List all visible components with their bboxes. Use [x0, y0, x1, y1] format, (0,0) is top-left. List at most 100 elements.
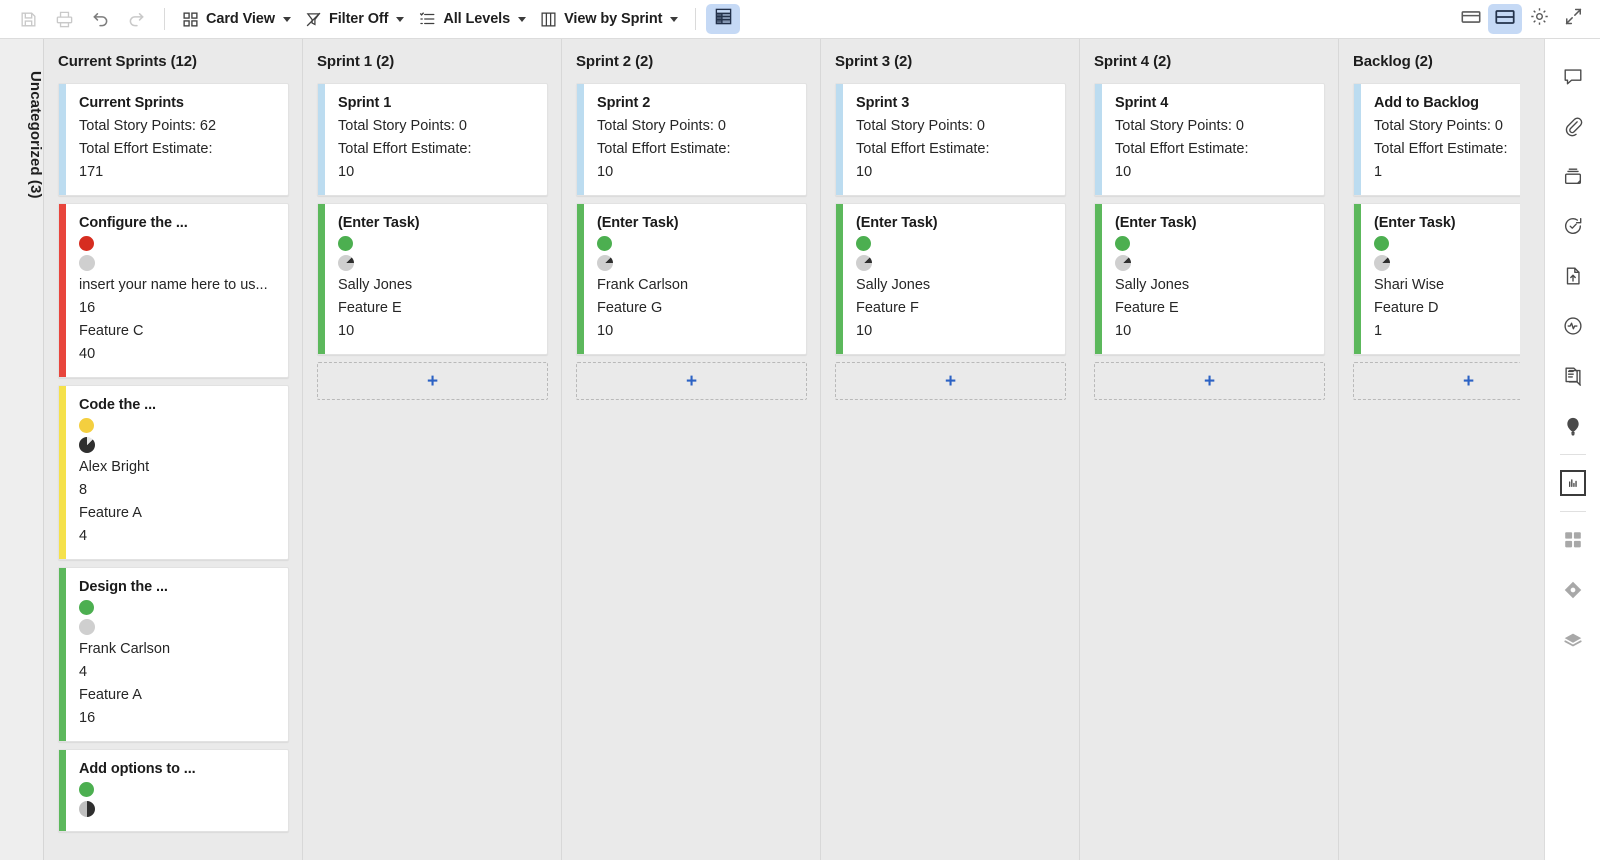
- summary-card[interactable]: Sprint 4 Total Story Points: 0 Total Effor…: [1094, 83, 1325, 196]
- pane-split-icon: [1494, 6, 1516, 33]
- card-stripe: [59, 204, 66, 377]
- card-stripe: [577, 204, 584, 354]
- add-card-slot[interactable]: +: [576, 362, 807, 400]
- column-body: Add to Backlog Total Story Points: 0 Total…: [1339, 83, 1520, 860]
- column-body: Sprint 1 Total Story Points: 0 Total Effor…: [303, 83, 562, 860]
- status-dot-icon: [597, 236, 612, 251]
- notes-icon[interactable]: [1553, 351, 1593, 401]
- levels-dropdown[interactable]: All Levels: [411, 4, 533, 34]
- column-body: Current Sprints Total Story Points: 62 Tot…: [44, 83, 303, 860]
- add-card-slot[interactable]: +: [317, 362, 548, 400]
- summary-card[interactable]: Add to Backlog Total Story Points: 0 Total…: [1353, 83, 1520, 196]
- task-card-field: Frank Carlson: [597, 277, 689, 293]
- column-header[interactable]: Sprint 1 (2): [303, 39, 561, 83]
- task-card[interactable]: (Enter Task) Shari Wise Feature D 1: [1353, 203, 1520, 355]
- column-header-label: Backlog (2): [1353, 52, 1433, 70]
- toolbar-divider-1: [164, 8, 165, 30]
- column-header[interactable]: Sprint 2 (2): [562, 39, 820, 83]
- task-card[interactable]: Configure the ... insert your name here t…: [58, 203, 289, 378]
- grid-table-toggle[interactable]: [706, 4, 741, 34]
- table-grid-icon: [714, 7, 733, 31]
- redo-button[interactable]: [118, 4, 154, 34]
- task-card-field: Feature E: [338, 300, 402, 316]
- activity-icon[interactable]: [1553, 301, 1593, 351]
- progress-pie-icon: [597, 255, 613, 271]
- plus-icon: +: [1203, 370, 1216, 392]
- summary-story-points: Total Story Points: 0: [597, 118, 726, 134]
- task-card[interactable]: Add options to ...: [58, 749, 289, 832]
- column-header[interactable]: Sprint 4 (2): [1080, 39, 1338, 83]
- chart-report-icon[interactable]: [1553, 458, 1593, 508]
- layers-icon[interactable]: [1553, 615, 1593, 665]
- comments-icon[interactable]: [1553, 51, 1593, 101]
- summary-effort-label: Total Effort Estimate:: [338, 141, 472, 157]
- column-header[interactable]: Sprint 3 (2): [821, 39, 1079, 83]
- summary-effort-value: 171: [79, 164, 104, 180]
- column-backlog: Backlog (2) Add to Backlog Total Story Poi…: [1339, 39, 1520, 860]
- task-card-field: 10: [856, 323, 873, 339]
- task-card-title: Configure the ...: [79, 215, 188, 231]
- settings-gear-button[interactable]: [1522, 4, 1556, 34]
- board-columns: Current Sprints (12) Current Sprints Total…: [44, 39, 1520, 860]
- icon-frame: [1559, 470, 1586, 496]
- refresh-check-icon[interactable]: [1553, 201, 1593, 251]
- save-button[interactable]: [10, 4, 46, 34]
- summary-effort-value: 1: [1374, 164, 1383, 180]
- progress-pie-icon: [856, 255, 872, 271]
- task-card[interactable]: (Enter Task) Sally Jones Feature E 10: [1094, 203, 1325, 355]
- archive-icon[interactable]: [1553, 151, 1593, 201]
- task-card[interactable]: Code the ... Alex Bright 8 Feature A 4: [58, 385, 289, 560]
- top-toolbar: Card View Filter Off All Levels View by …: [0, 0, 1600, 39]
- card-stripe: [836, 84, 843, 195]
- filter-dropdown[interactable]: Filter Off: [298, 4, 411, 34]
- dashboard-grid-icon[interactable]: [1553, 515, 1593, 565]
- task-card-field: 4: [79, 528, 88, 544]
- task-card-title: (Enter Task): [1374, 215, 1456, 231]
- task-card-field: Feature F: [856, 300, 919, 316]
- summary-effort-value: 10: [1115, 164, 1132, 180]
- progress-pie-icon: [338, 255, 354, 271]
- attachment-icon[interactable]: [1553, 101, 1593, 151]
- undo-button[interactable]: [82, 4, 118, 34]
- task-card[interactable]: Design the ... Frank Carlson 4 Feature A 16: [58, 567, 289, 742]
- task-card-title: (Enter Task): [1115, 215, 1197, 231]
- task-card[interactable]: (Enter Task) Sally Jones Feature F 10: [835, 203, 1066, 355]
- add-card-slot[interactable]: +: [1094, 362, 1325, 400]
- add-card-slot[interactable]: +: [835, 362, 1066, 400]
- task-card[interactable]: (Enter Task) Sally Jones Feature E 10: [317, 203, 548, 355]
- add-card-slot[interactable]: +: [1353, 362, 1520, 400]
- column-header[interactable]: Backlog (2): [1339, 39, 1520, 83]
- task-card-title: (Enter Task): [338, 215, 420, 231]
- summary-card[interactable]: Sprint 2 Total Story Points: 0 Total Effor…: [576, 83, 807, 196]
- print-button[interactable]: [46, 4, 82, 34]
- card-stripe: [59, 568, 66, 741]
- upload-document-icon[interactable]: [1553, 251, 1593, 301]
- task-card-field: 16: [79, 710, 96, 726]
- summary-story-points: Total Story Points: 0: [856, 118, 985, 134]
- column-header-label: Sprint 2 (2): [576, 52, 654, 70]
- status-dot-icon: [1374, 236, 1389, 251]
- column-header[interactable]: Current Sprints (12): [44, 39, 302, 83]
- summary-card[interactable]: Current Sprints Total Story Points: 62 Tot…: [58, 83, 289, 196]
- summary-story-points: Total Story Points: 0: [338, 118, 467, 134]
- summary-card[interactable]: Sprint 1 Total Story Points: 0 Total Effor…: [317, 83, 548, 196]
- rail-divider: [1559, 454, 1586, 455]
- swimlane-header[interactable]: Uncategorized (3): [0, 39, 44, 860]
- task-card-field: 10: [338, 323, 355, 339]
- collapse-arrows-button[interactable]: [1556, 4, 1590, 34]
- summary-card[interactable]: Sprint 3 Total Story Points: 0 Total Effor…: [835, 83, 1066, 196]
- column-header-label: Sprint 4 (2): [1094, 52, 1172, 70]
- right-tool-rail: [1544, 39, 1600, 860]
- view-by-dropdown[interactable]: View by Sprint: [533, 4, 685, 34]
- plus-icon: +: [1462, 370, 1475, 392]
- task-card-title: Design the ...: [79, 579, 168, 595]
- task-card-title: (Enter Task): [597, 215, 679, 231]
- card-view-dropdown[interactable]: Card View: [175, 4, 298, 34]
- table-columns-icon: [540, 11, 557, 28]
- split-pane-layout-button[interactable]: [1488, 4, 1522, 34]
- diamond-icon[interactable]: [1553, 565, 1593, 615]
- single-pane-layout-button[interactable]: [1454, 4, 1488, 34]
- chevron-down-icon: [670, 16, 679, 22]
- balloon-icon[interactable]: [1553, 401, 1593, 451]
- task-card[interactable]: (Enter Task) Frank Carlson Feature G 10: [576, 203, 807, 355]
